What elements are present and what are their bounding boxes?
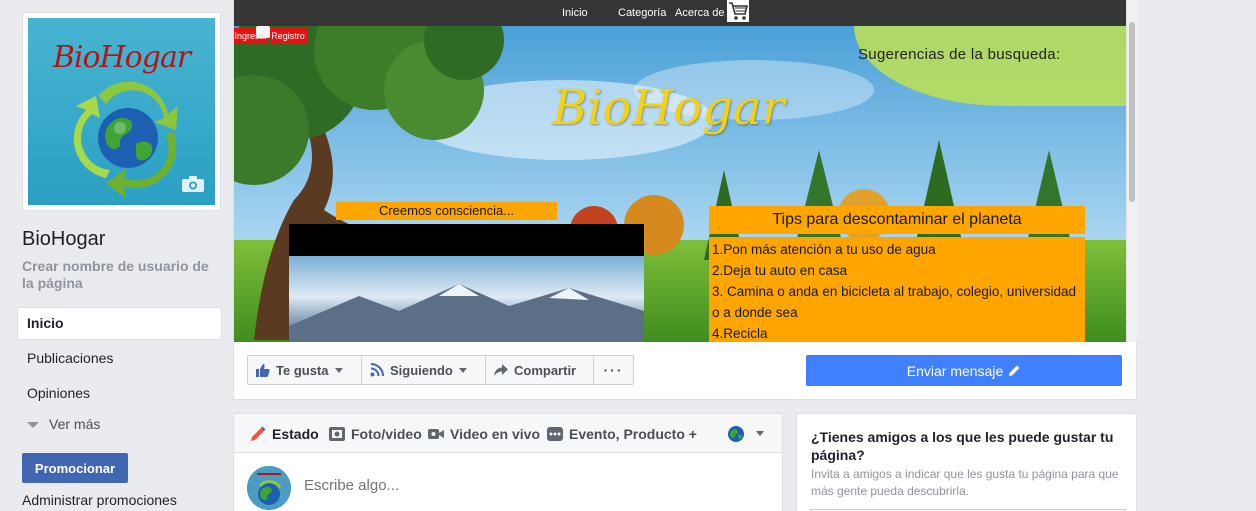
pencil-icon xyxy=(251,426,266,441)
awareness-banner: Creemos consciencia... xyxy=(336,202,557,220)
overlay-toggle[interactable] xyxy=(256,26,270,38)
tab-photo-video-label: Foto/video xyxy=(351,425,422,442)
share-label: Compartir xyxy=(514,362,577,378)
thumbs-up-icon xyxy=(256,364,270,377)
cover-title: BioHogar xyxy=(552,80,785,136)
mountain-image xyxy=(289,284,644,342)
tips-list: 1.Pon más atención a tu uso de agua 2.De… xyxy=(709,237,1085,342)
see-more-link[interactable]: Ver más xyxy=(27,416,100,432)
invite-title: ¿Tienes amigos a los que les puede gusta… xyxy=(811,429,1114,463)
tab-event-product-label: Evento, Producto + xyxy=(569,425,697,442)
avatar-globe-icon xyxy=(247,466,291,510)
video-camera-icon xyxy=(428,428,444,439)
more-dots-icon: ··· xyxy=(603,362,624,378)
follow-button[interactable]: Siguiendo xyxy=(361,355,486,385)
sidebar-item-opiniones[interactable]: Opiniones xyxy=(17,377,222,410)
caret-down-icon xyxy=(458,367,467,373)
more-options-button[interactable]: ··· xyxy=(593,355,634,385)
sidebar-item-inicio[interactable]: Inicio xyxy=(17,307,222,340)
tab-status[interactable]: Estado xyxy=(249,414,319,453)
page-name[interactable]: BioHogar xyxy=(22,228,105,251)
post-composer: Estado Foto/video Video en vivo Evento, … xyxy=(233,413,783,511)
video-thumbnail xyxy=(289,256,644,342)
see-more-label: Ver más xyxy=(49,416,101,432)
audience-selector[interactable] xyxy=(727,414,764,453)
profile-picture-frame[interactable]: BioHogar xyxy=(22,12,221,211)
invite-friends-card: ¿Tienes amigos a los que les puede gusta… xyxy=(796,413,1137,511)
tab-live-video-label: Video en vivo xyxy=(450,425,540,442)
shopping-cart-icon[interactable] xyxy=(727,0,749,22)
profile-picture[interactable]: BioHogar xyxy=(28,18,215,205)
site-nav-inicio[interactable]: Inicio xyxy=(562,7,588,19)
cover-card: Inicio Categoría Acerca de Ingresar Regi… xyxy=(233,0,1137,400)
tips-header: Tips para descontaminar el planeta xyxy=(709,206,1085,234)
scrollbar-thumb[interactable] xyxy=(1129,22,1135,202)
share-button[interactable]: Compartir xyxy=(485,355,594,385)
share-arrow-icon xyxy=(494,363,508,376)
composer-tabs: Estado Foto/video Video en vivo Evento, … xyxy=(234,414,782,453)
tab-photo-video[interactable]: Foto/video xyxy=(328,414,422,453)
search-suggestions-label: Sugerencias de la busqueda: xyxy=(858,46,1061,63)
site-navbar: Inicio Categoría Acerca de xyxy=(234,0,1126,26)
manage-promotions-link[interactable]: Administrar promociones xyxy=(22,492,177,508)
camera-icon[interactable] xyxy=(181,175,205,193)
site-nav-acerca-de[interactable]: Acerca de xyxy=(675,7,725,19)
register-button[interactable]: Registro xyxy=(269,28,307,44)
caret-down-icon xyxy=(27,422,39,429)
rss-icon xyxy=(370,363,384,377)
tab-event-product[interactable]: Evento, Producto + xyxy=(546,414,697,453)
caret-down-icon xyxy=(756,431,764,436)
more-icon xyxy=(547,426,563,441)
avatar xyxy=(247,466,291,510)
promote-button[interactable]: Promocionar xyxy=(22,453,128,483)
sidebar-item-publicaciones[interactable]: Publicaciones xyxy=(17,342,222,375)
cover-photo[interactable]: Inicio Categoría Acerca de Ingresar Regi… xyxy=(234,0,1137,342)
like-label: Te gusta xyxy=(276,362,329,378)
cover-scrollbar[interactable] xyxy=(1126,0,1137,342)
invite-description: Invita a amigos a indicar que les gusta … xyxy=(811,467,1119,498)
create-username-link[interactable]: Crear nombre de usuario de la página xyxy=(22,258,222,292)
follow-label: Siguiendo xyxy=(390,362,453,378)
send-message-button[interactable]: Enviar mensaje xyxy=(806,355,1122,386)
send-message-label: Enviar mensaje xyxy=(906,362,1004,379)
pencil-icon xyxy=(1009,365,1020,376)
tab-live-video[interactable]: Video en vivo xyxy=(427,414,540,453)
globe-icon xyxy=(728,425,744,442)
site-nav-categoria[interactable]: Categoría xyxy=(618,7,666,19)
video-player[interactable] xyxy=(289,224,644,342)
tab-status-label: Estado xyxy=(272,425,319,442)
like-button[interactable]: Te gusta xyxy=(247,355,362,385)
tips-text: 1.Pon más atención a tu uso de agua 2.De… xyxy=(712,242,1076,341)
photo-icon xyxy=(329,426,345,441)
caret-down-icon xyxy=(334,367,343,373)
left-column: BioHogar BioHogar Crear nombre de usuari… xyxy=(0,0,232,511)
post-input[interactable] xyxy=(304,477,704,494)
